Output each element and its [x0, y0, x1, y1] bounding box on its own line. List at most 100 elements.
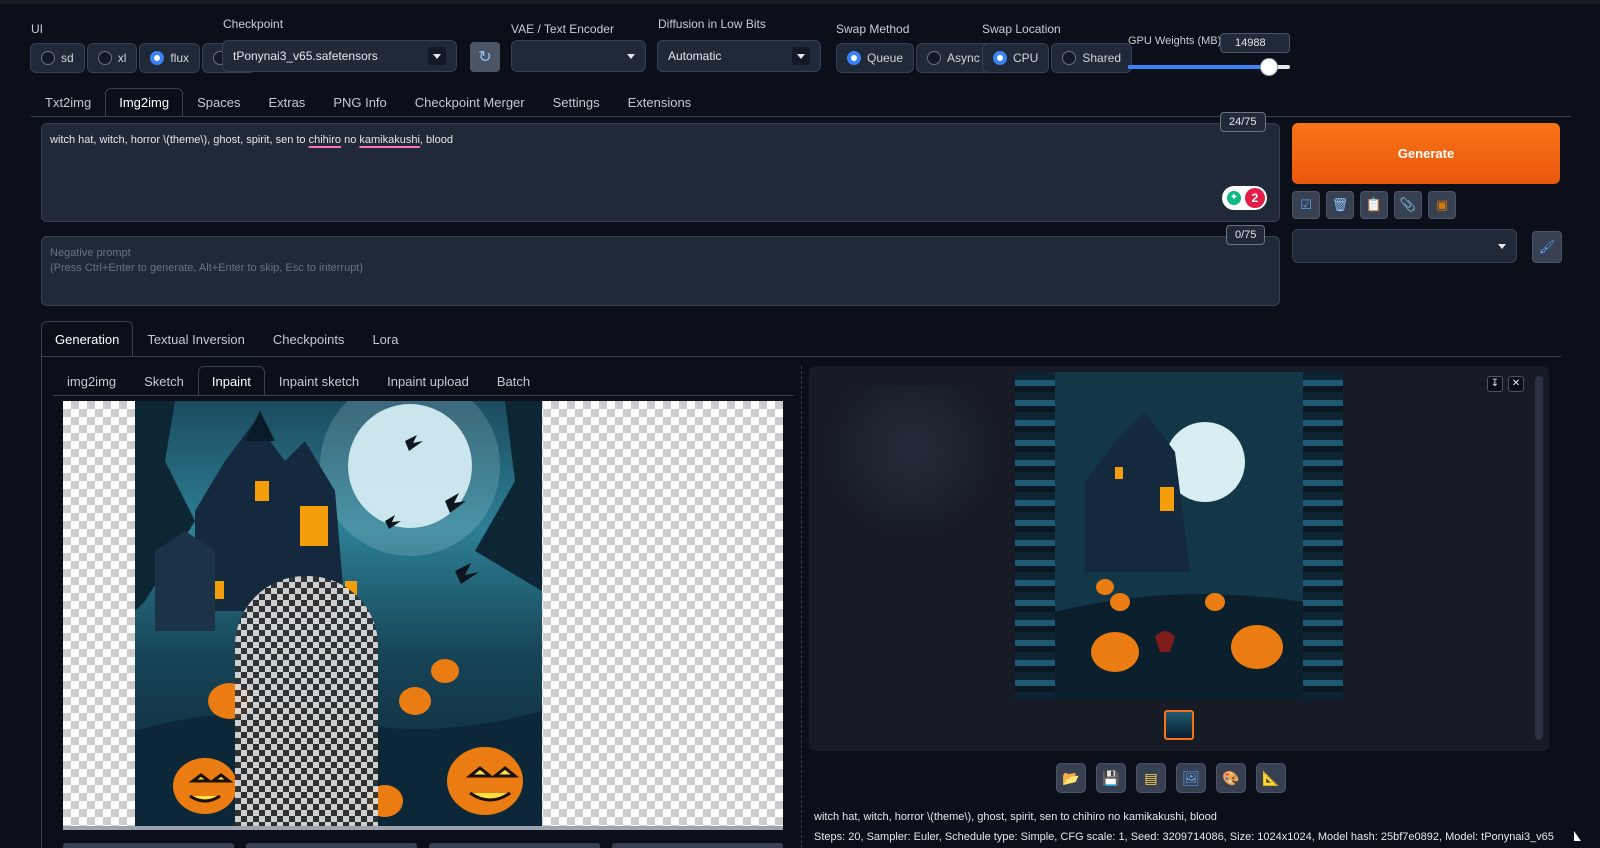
- radio-dot[interactable]: [927, 51, 942, 65]
- tab-inpaint[interactable]: Inpaint: [197, 366, 265, 396]
- swap-method-async[interactable]: Async: [916, 43, 991, 73]
- tool-buttons: ☑ 🗑 📋 📎 ▣: [1292, 191, 1456, 219]
- package-icon[interactable]: ▣: [1428, 191, 1456, 219]
- mouse-cursor: [1574, 831, 1581, 841]
- halloween-image: [135, 401, 542, 826]
- prompt-token-counter: 24/75: [1220, 112, 1266, 132]
- output-image[interactable]: [1015, 372, 1343, 700]
- ui-label: UI: [31, 22, 43, 36]
- spellcheck-word: kamikakushi: [359, 134, 420, 146]
- canvas-scrollbar[interactable]: [63, 826, 783, 830]
- checkpoint-dropdown[interactable]: tPonynai3_v65.safetensors: [222, 40, 457, 72]
- tab-inpaint-upload[interactable]: Inpaint upload: [373, 366, 483, 396]
- refresh-button[interactable]: ↻: [470, 42, 500, 72]
- paintbrush-icon[interactable]: 🖌: [1532, 231, 1562, 263]
- spellcheck-word: chihiro: [308, 134, 342, 146]
- image-icon[interactable]: 🖼: [1176, 763, 1206, 793]
- gpu-weights-input[interactable]: 14988: [1220, 33, 1290, 53]
- tab-png-info[interactable]: PNG Info: [319, 88, 400, 116]
- tab-extras[interactable]: Extras: [254, 88, 319, 116]
- prompt-textarea[interactable]: witch hat, witch, horror \(theme\), ghos…: [41, 123, 1280, 222]
- trash-icon[interactable]: 🗑: [1326, 191, 1354, 219]
- styles-dropdown[interactable]: [1292, 229, 1517, 263]
- swap-location-radio-group: CPU Shared: [982, 43, 1133, 73]
- chevron-down-icon: [428, 47, 446, 65]
- panel-split: [801, 366, 802, 848]
- output-prompt-info: witch hat, witch, horror \(theme\), ghos…: [814, 811, 1217, 823]
- tab-inpaint-sketch[interactable]: Inpaint sketch: [265, 366, 373, 396]
- gpu-weights-slider-fill: [1128, 65, 1269, 69]
- ui-option-sd[interactable]: sd: [30, 43, 85, 73]
- tab-checkpoints[interactable]: Checkpoints: [259, 321, 359, 357]
- radio-dot[interactable]: [41, 51, 55, 65]
- gallery-scrollbar[interactable]: [1535, 376, 1543, 740]
- tab-textual-inversion[interactable]: Textual Inversion: [133, 321, 259, 357]
- close-icon[interactable]: ✕: [1508, 376, 1524, 392]
- vae-dropdown[interactable]: [511, 40, 646, 72]
- paperclip-icon[interactable]: 📎: [1394, 191, 1422, 219]
- canvas-control-4[interactable]: [612, 843, 783, 848]
- swap-method-queue[interactable]: Queue: [836, 43, 915, 73]
- gpu-weights-slider-track[interactable]: [1128, 58, 1290, 76]
- download-icon[interactable]: ↧: [1487, 376, 1503, 392]
- canvas-control-1[interactable]: [63, 843, 234, 848]
- grammar-badge[interactable]: ✦ 2: [1222, 186, 1267, 210]
- check-square-icon[interactable]: ☑: [1292, 191, 1320, 219]
- window-top-border: [0, 0, 1600, 4]
- swap-method-radio-group: Queue Async: [836, 43, 991, 73]
- inpaint-mask: [235, 576, 378, 826]
- radio-dot[interactable]: [1062, 51, 1077, 65]
- generate-button[interactable]: Generate: [1292, 123, 1560, 184]
- tab-spaces[interactable]: Spaces: [183, 88, 254, 116]
- palette-icon[interactable]: 🎨: [1216, 763, 1246, 793]
- tab-batch[interactable]: Batch: [483, 366, 544, 396]
- folder-icon[interactable]: 📂: [1056, 763, 1086, 793]
- ui-option-xl[interactable]: xl: [86, 43, 138, 73]
- archive-icon[interactable]: ▤: [1136, 763, 1166, 793]
- tab-txt2img[interactable]: Txt2img: [31, 88, 105, 116]
- inpaint-canvas[interactable]: [63, 401, 783, 826]
- radio-dot-selected[interactable]: [993, 51, 1007, 65]
- tab-img2img-mode[interactable]: img2img: [53, 366, 130, 396]
- clipboard-icon[interactable]: 📋: [1360, 191, 1388, 219]
- gallery-thumbnail[interactable]: [1164, 710, 1194, 740]
- chevron-down-icon: [1498, 243, 1506, 249]
- ghost-preview: [827, 386, 997, 546]
- radio-dot-selected[interactable]: [150, 51, 165, 65]
- save-icon[interactable]: 💾: [1096, 763, 1126, 793]
- chevron-down-icon: [792, 47, 810, 65]
- output-gallery: ↧ ✕: [809, 366, 1549, 751]
- panel-left-border: [41, 356, 42, 848]
- output-illustration: [1055, 372, 1303, 700]
- radio-dot-selected[interactable]: [847, 51, 861, 65]
- tab-extensions[interactable]: Extensions: [614, 88, 706, 116]
- negative-prompt-textarea[interactable]: Negative prompt (Press Ctrl+Enter to gen…: [41, 236, 1280, 306]
- swap-location-cpu[interactable]: CPU: [982, 43, 1050, 73]
- grammar-icon: ✦: [1227, 191, 1241, 205]
- swap-location-shared[interactable]: Shared: [1051, 43, 1133, 73]
- swap-location-label: Swap Location: [982, 22, 1061, 36]
- tab-settings[interactable]: Settings: [539, 88, 614, 116]
- generation-tabs-divider: [41, 356, 1561, 357]
- tabs-divider: [31, 116, 1571, 117]
- main-tabs: Txt2img Img2img Spaces Extras PNG Info C…: [31, 88, 705, 116]
- diffusion-label: Diffusion in Low Bits: [658, 17, 766, 31]
- gpu-weights-slider-thumb[interactable]: [1259, 58, 1278, 76]
- ui-option-flux[interactable]: flux: [139, 43, 201, 73]
- image-tabs-divider: [53, 395, 794, 396]
- vae-label: VAE / Text Encoder: [511, 22, 614, 36]
- generation-tabs: Generation Textual Inversion Checkpoints…: [41, 321, 412, 357]
- tab-lora[interactable]: Lora: [358, 321, 412, 357]
- issue-count-badge: 2: [1245, 188, 1265, 208]
- tab-sketch[interactable]: Sketch: [130, 366, 198, 396]
- tab-img2img[interactable]: Img2img: [105, 88, 184, 116]
- tab-generation[interactable]: Generation: [41, 321, 134, 357]
- ruler-icon[interactable]: 📐: [1256, 763, 1286, 793]
- canvas-control-3[interactable]: [429, 843, 600, 848]
- canvas-control-2[interactable]: [246, 843, 417, 848]
- output-action-buttons: 📂 💾 ▤ 🖼 🎨 📐: [1056, 763, 1286, 793]
- diffusion-dropdown[interactable]: Automatic: [657, 40, 821, 72]
- tab-checkpoint-merger[interactable]: Checkpoint Merger: [401, 88, 539, 116]
- checkpoint-label: Checkpoint: [223, 17, 284, 31]
- radio-dot[interactable]: [97, 51, 112, 65]
